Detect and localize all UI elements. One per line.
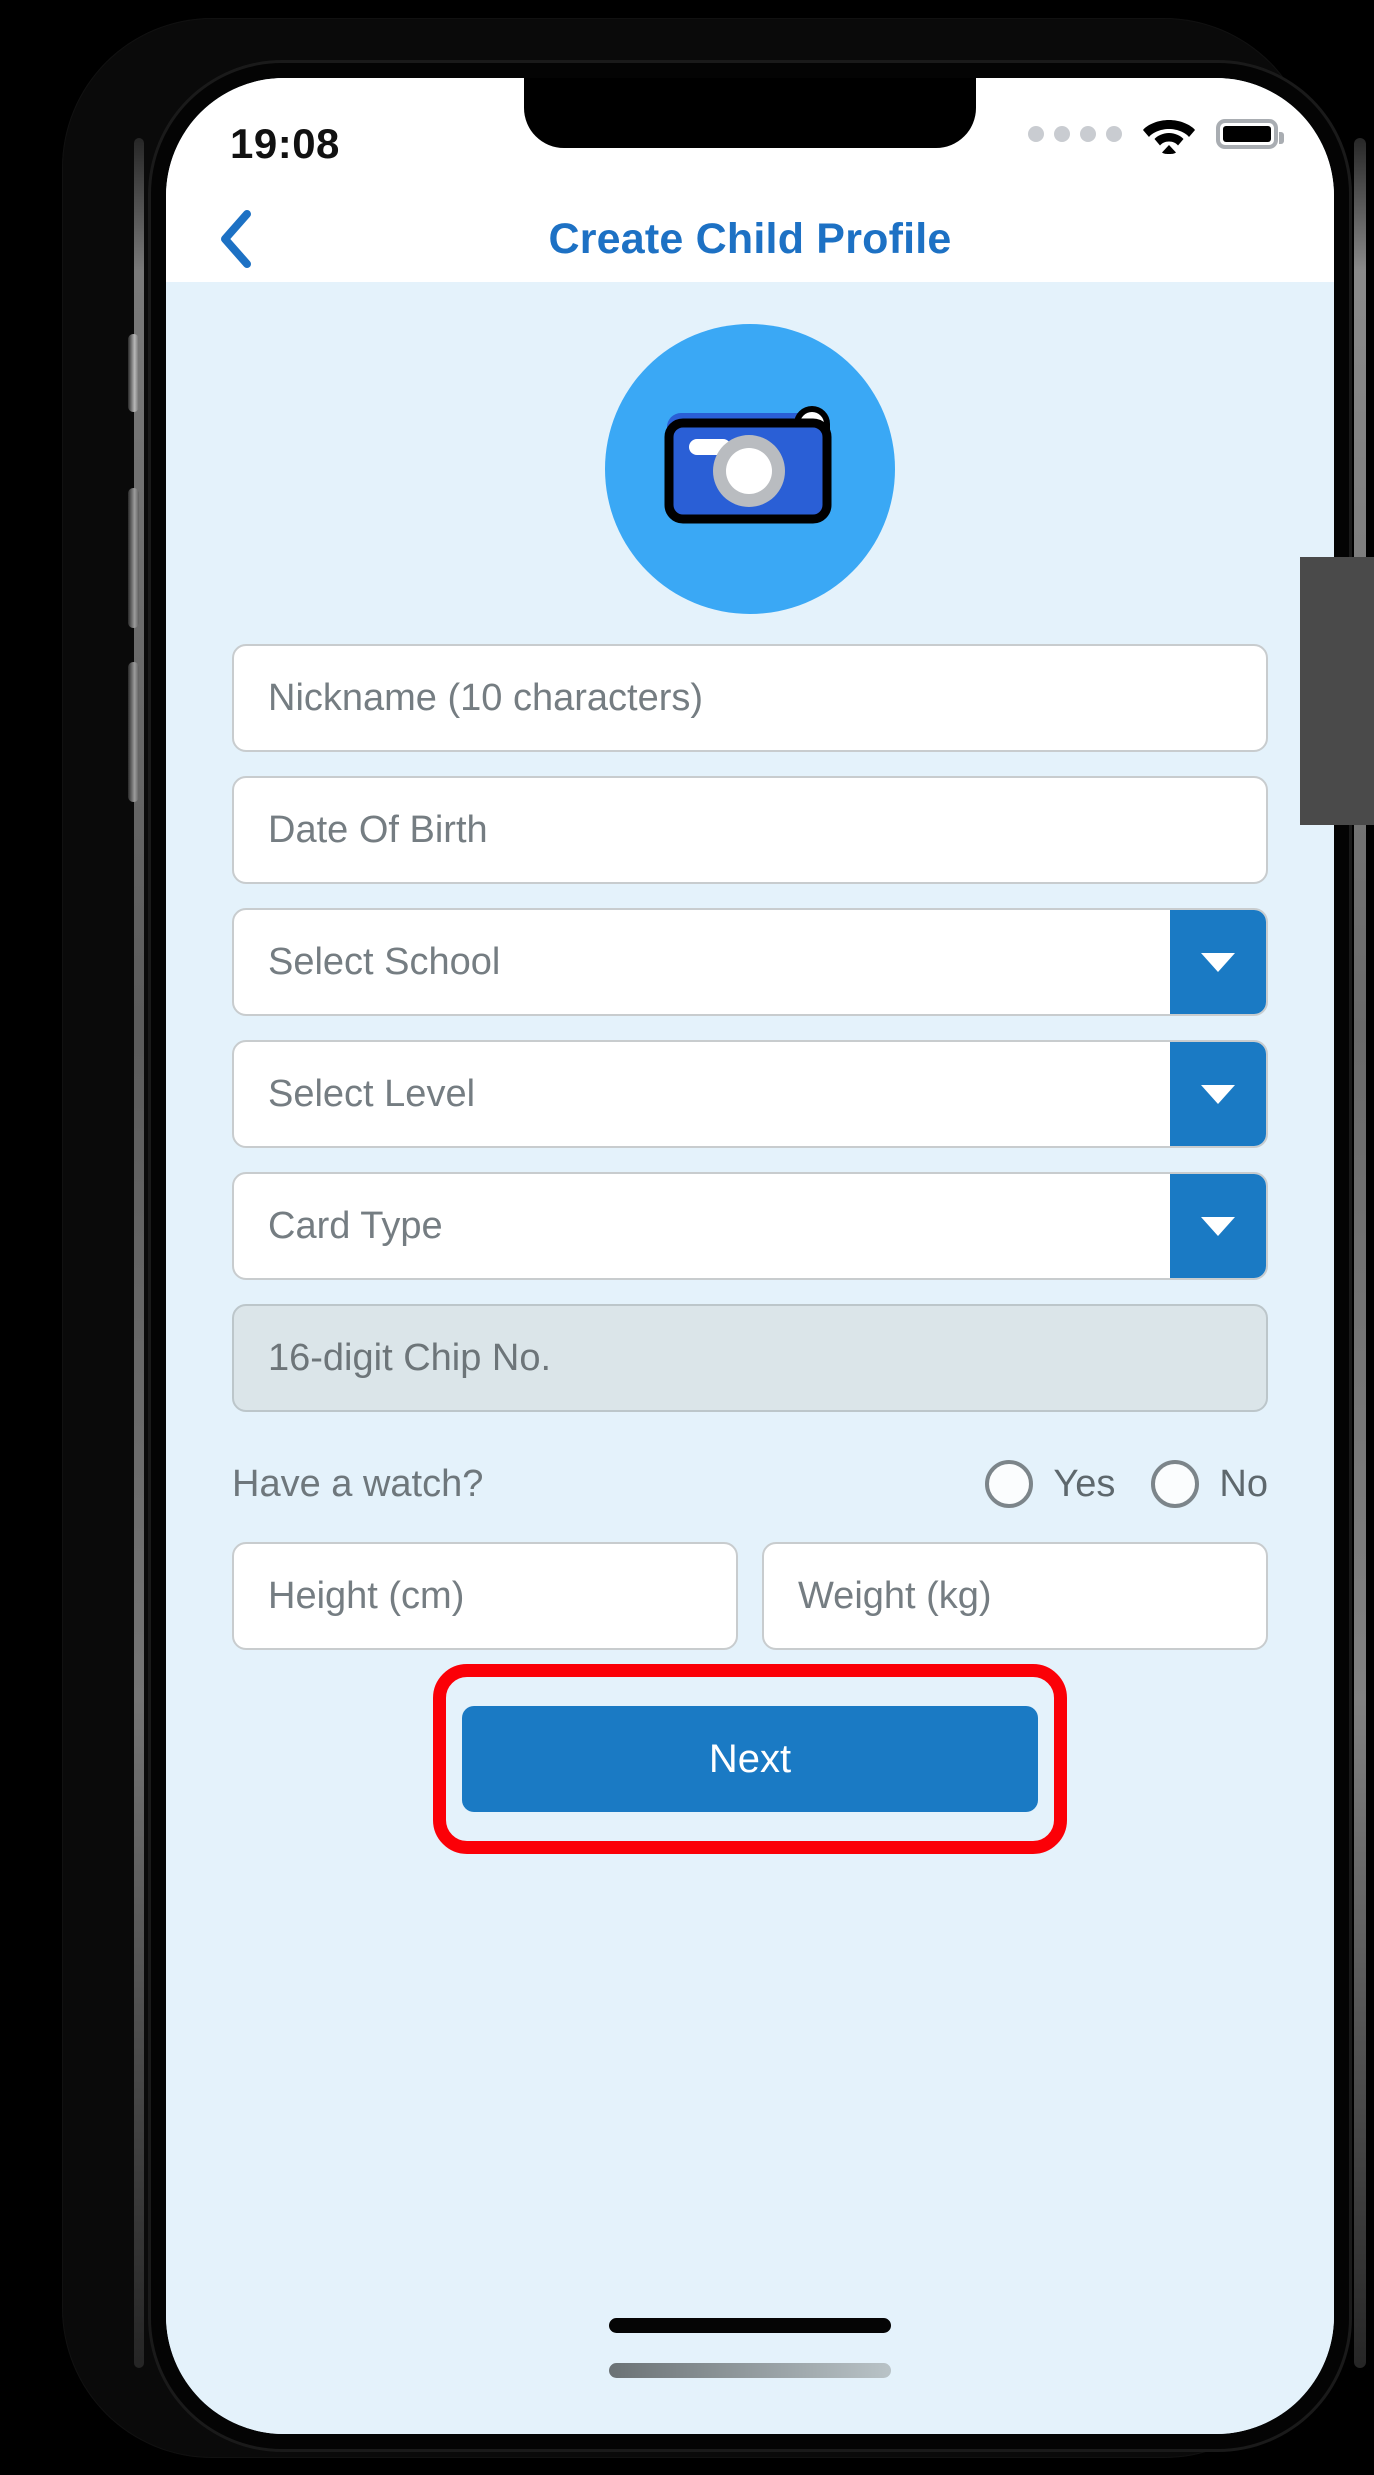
have-a-watch-row: Have a watch? Yes No bbox=[232, 1436, 1268, 1532]
avatar-section bbox=[232, 282, 1268, 644]
nav-header: Create Child Profile bbox=[166, 196, 1334, 282]
select-level-chevron-button[interactable] bbox=[1170, 1042, 1266, 1146]
nickname-input[interactable]: Nickname (10 characters) bbox=[232, 644, 1268, 752]
date-of-birth-placeholder: Date Of Birth bbox=[268, 808, 488, 851]
select-school-chevron-button[interactable] bbox=[1170, 910, 1266, 1014]
chip-no-placeholder: 16-digit Chip No. bbox=[268, 1336, 552, 1379]
watch-radio-group: Yes No bbox=[985, 1460, 1268, 1508]
frame-rim-right bbox=[1354, 138, 1366, 2368]
height-input[interactable]: Height (cm) bbox=[232, 1542, 738, 1650]
radio-circle-no-icon[interactable] bbox=[1151, 1460, 1200, 1508]
radio-label-no: No bbox=[1219, 1462, 1268, 1505]
camera-icon bbox=[664, 406, 832, 524]
home-indicator-bar[interactable] bbox=[609, 2318, 891, 2333]
page-title: Create Child Profile bbox=[548, 214, 952, 263]
avatar-photo-picker[interactable] bbox=[605, 324, 895, 614]
signal-dots-icon bbox=[1028, 126, 1122, 142]
date-of-birth-input[interactable]: Date Of Birth bbox=[232, 776, 1268, 884]
form-area: Nickname (10 characters) Date Of Birth S… bbox=[166, 282, 1334, 2434]
frame-rim-left bbox=[134, 138, 144, 2368]
home-indicator bbox=[166, 2318, 1334, 2378]
phone-screen: 19:08 Create Child Profile Nickname (10 … bbox=[166, 78, 1334, 2434]
battery-full-icon bbox=[1216, 119, 1284, 149]
phone-frame: 19:08 Create Child Profile Nickname (10 … bbox=[62, 18, 1366, 2458]
have-a-watch-label: Have a watch? bbox=[232, 1462, 484, 1505]
status-indicators bbox=[1028, 114, 1284, 154]
volume-down-button[interactable] bbox=[128, 662, 139, 802]
chevron-left-icon bbox=[221, 210, 251, 268]
weight-placeholder: Weight (kg) bbox=[798, 1574, 992, 1617]
card-type-placeholder: Card Type bbox=[268, 1204, 443, 1247]
radio-option-yes[interactable]: Yes bbox=[985, 1460, 1115, 1508]
card-type-chevron-button[interactable] bbox=[1170, 1174, 1266, 1278]
select-school-placeholder: Select School bbox=[268, 940, 501, 983]
home-indicator-bar-secondary bbox=[609, 2363, 891, 2378]
chevron-down-icon bbox=[1201, 952, 1235, 972]
select-level-placeholder: Select Level bbox=[268, 1072, 476, 1115]
weight-input[interactable]: Weight (kg) bbox=[762, 1542, 1268, 1650]
chevron-down-icon bbox=[1201, 1216, 1235, 1236]
chip-no-input: 16-digit Chip No. bbox=[232, 1304, 1268, 1412]
right-side-panel bbox=[1300, 557, 1374, 825]
next-button[interactable]: Next bbox=[462, 1706, 1038, 1812]
select-school-dropdown[interactable]: Select School bbox=[232, 908, 1268, 1016]
status-time: 19:08 bbox=[230, 120, 340, 167]
nickname-placeholder: Nickname (10 characters) bbox=[268, 676, 704, 719]
back-button[interactable] bbox=[202, 207, 266, 271]
height-placeholder: Height (cm) bbox=[268, 1574, 465, 1617]
radio-option-no[interactable]: No bbox=[1151, 1460, 1268, 1508]
card-type-dropdown[interactable]: Card Type bbox=[232, 1172, 1268, 1280]
chevron-down-icon bbox=[1201, 1084, 1235, 1104]
radio-label-yes: Yes bbox=[1053, 1462, 1116, 1505]
notch bbox=[524, 78, 976, 148]
wifi-icon bbox=[1142, 114, 1196, 154]
volume-up-button[interactable] bbox=[128, 488, 139, 628]
height-weight-row: Height (cm) Weight (kg) bbox=[232, 1542, 1268, 1650]
silent-switch-button[interactable] bbox=[128, 334, 139, 412]
radio-circle-yes-icon[interactable] bbox=[985, 1460, 1034, 1508]
next-button-wrap: Next bbox=[232, 1664, 1268, 1854]
status-bar: 19:08 bbox=[166, 78, 1334, 196]
select-level-dropdown[interactable]: Select Level bbox=[232, 1040, 1268, 1148]
